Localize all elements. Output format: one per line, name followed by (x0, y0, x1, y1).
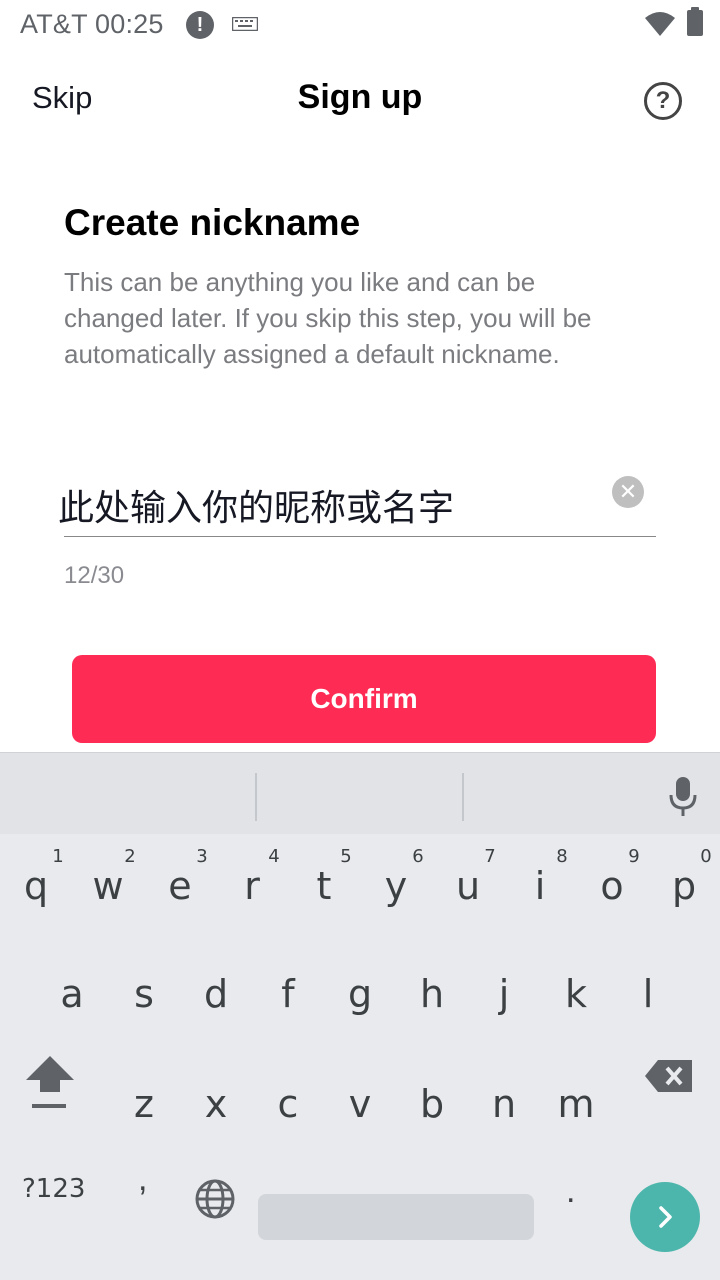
key-v[interactable]: v (324, 1062, 396, 1162)
key-m[interactable]: m (540, 1062, 612, 1162)
key-letter: l (642, 972, 654, 1016)
key-f[interactable]: f (252, 952, 324, 1052)
description-text: This can be anything you like and can be… (64, 267, 592, 369)
key-letter: o (600, 864, 624, 908)
status-bar: AT&T 00:25 ! (0, 0, 720, 50)
key-e[interactable]: 3e (144, 834, 216, 934)
chevron-right-icon (659, 1206, 672, 1228)
key-letter: w (92, 864, 124, 908)
key-letter: r (244, 864, 260, 908)
header: Skip Sign up ? (0, 60, 720, 140)
key-letter: x (204, 1082, 228, 1126)
period-key[interactable]: . (566, 1172, 575, 1211)
suggestion-divider (255, 773, 257, 821)
char-counter: 12/30 (64, 562, 125, 589)
key-u[interactable]: 7u (432, 834, 504, 934)
key-letter: n (491, 1082, 517, 1126)
key-letter: t (316, 864, 332, 908)
symbols-key[interactable]: ?123 (22, 1174, 85, 1204)
nickname-input[interactable] (58, 480, 598, 530)
key-k[interactable]: k (540, 952, 612, 1052)
key-letter: j (498, 972, 510, 1016)
wifi-icon (645, 12, 675, 36)
key-letter: v (348, 1082, 372, 1126)
key-letter: s (134, 972, 154, 1016)
key-letter: f (281, 972, 295, 1016)
globe-icon[interactable] (194, 1178, 236, 1220)
status-carrier-time: AT&T 00:25 (20, 9, 164, 39)
key-n[interactable]: n (468, 1062, 540, 1162)
key-a[interactable]: a (36, 952, 108, 1052)
key-letter: c (277, 1082, 299, 1126)
key-o[interactable]: 9o (576, 834, 648, 934)
key-i[interactable]: 8i (504, 834, 576, 934)
confirm-button[interactable]: Confirm (72, 655, 656, 743)
shift-icon[interactable] (20, 1052, 80, 1122)
section-title: Create nickname (64, 202, 361, 243)
key-letter: m (557, 1082, 595, 1126)
key-letter: z (134, 1082, 154, 1126)
key-t[interactable]: 5t (288, 834, 360, 934)
key-letter: k (564, 972, 587, 1016)
backspace-icon[interactable] (644, 1058, 694, 1094)
key-l[interactable]: l (612, 952, 684, 1052)
space-key[interactable] (258, 1194, 534, 1240)
key-x[interactable]: x (180, 1062, 252, 1162)
key-letter: e (168, 864, 192, 908)
key-letter: b (419, 1082, 445, 1126)
key-g[interactable]: g (324, 952, 396, 1052)
keyboard-suggestion-bar (0, 752, 720, 834)
key-letter: i (534, 864, 546, 908)
key-w[interactable]: 2w (72, 834, 144, 934)
microphone-icon[interactable] (666, 775, 700, 819)
enter-key[interactable] (630, 1182, 700, 1252)
key-h[interactable]: h (396, 952, 468, 1052)
key-r[interactable]: 4r (216, 834, 288, 934)
key-letter: u (455, 864, 481, 908)
battery-icon (687, 7, 703, 36)
key-y[interactable]: 6y (360, 834, 432, 934)
keyboard-keys: 1q 2w 3e 4r 5t 6y 7u 8i 9o 0p a s d f g … (0, 834, 720, 1280)
key-letter: d (203, 972, 229, 1016)
alert-icon: ! (186, 11, 214, 39)
key-b[interactable]: b (396, 1062, 468, 1162)
nickname-field: ✕ (58, 470, 656, 537)
key-letter: p (671, 864, 697, 908)
comma-key[interactable]: , (138, 1160, 147, 1199)
key-s[interactable]: s (108, 952, 180, 1052)
keyboard: 1q 2w 3e 4r 5t 6y 7u 8i 9o 0p a s d f g … (0, 752, 720, 1280)
page-title: Sign up (297, 78, 423, 116)
key-p[interactable]: 0p (648, 834, 720, 934)
key-d[interactable]: d (180, 952, 252, 1052)
key-letter: a (60, 972, 84, 1016)
key-z[interactable]: z (108, 1062, 180, 1162)
key-letter: y (384, 864, 408, 908)
key-c[interactable]: c (252, 1062, 324, 1162)
clear-icon[interactable]: ✕ (612, 476, 644, 508)
key-q[interactable]: 1q (0, 834, 72, 934)
suggestion-divider (462, 773, 464, 821)
key-letter: q (23, 864, 49, 908)
key-j[interactable]: j (468, 952, 540, 1052)
key-letter: h (419, 972, 445, 1016)
help-icon[interactable]: ? (644, 82, 682, 120)
key-letter: g (347, 972, 373, 1016)
keyboard-icon (232, 17, 258, 31)
